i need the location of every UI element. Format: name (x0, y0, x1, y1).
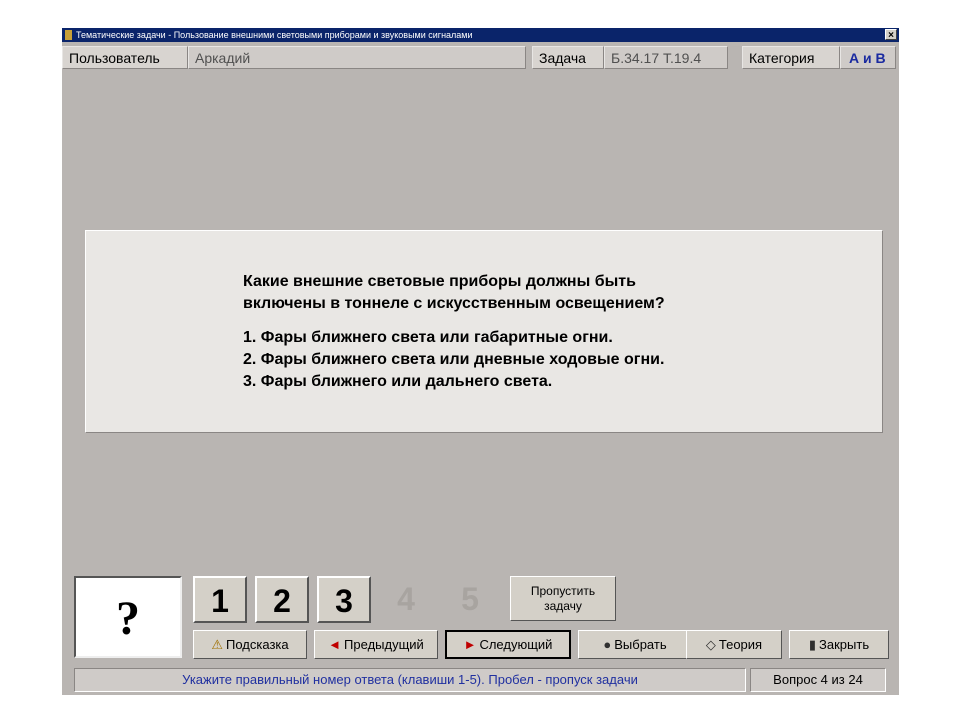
hint-button[interactable]: ⚠ Подсказка (193, 630, 307, 659)
skip-line-1: Пропустить (530, 584, 596, 598)
close-button[interactable]: ▮ Закрыть (789, 630, 889, 659)
select-icon: ● (603, 637, 612, 652)
select-label: Выбрать (614, 637, 667, 652)
theory-label: Теория (718, 637, 763, 652)
category-value: А и В (840, 46, 896, 69)
user-value: Аркадий (188, 46, 526, 69)
answer-button-2[interactable]: 2 (255, 576, 309, 623)
close-label: Закрыть (819, 637, 870, 652)
theory-icon: ◇ (705, 637, 716, 652)
answer-button-3[interactable]: 3 (317, 576, 371, 623)
answer-option-1: 1. Фары ближнего света или габаритные ог… (243, 329, 613, 346)
answer-option-2: 2. Фары ближнего света или дневные ходов… (243, 351, 665, 368)
question-panel: Какие внешние световые приборы должны бы… (85, 230, 883, 433)
question-counter: Вопрос 4 из 24 (750, 668, 886, 692)
hint-label: Подсказка (226, 637, 289, 652)
answer-button-1[interactable]: 1 (193, 576, 247, 623)
previous-button[interactable]: ◄ Предыдущий (314, 630, 438, 659)
app-icon (65, 30, 72, 40)
skip-task-button[interactable]: Пропустить задачу (510, 576, 616, 621)
app-window: Тематические задачи - Пользование внешни… (62, 28, 899, 695)
task-value: Б.34.17 Т.19.4 (604, 46, 728, 69)
window-title: Тематические задачи - Пользование внешни… (76, 30, 473, 40)
status-hint: Укажите правильный номер ответа (клавиши… (74, 668, 746, 692)
next-button[interactable]: ► Следующий (445, 630, 571, 659)
question-text: Какие внешние световые приборы должны бы… (243, 271, 665, 393)
question-line: включены в тоннеле с искусственным освещ… (243, 295, 665, 312)
theory-button[interactable]: ◇ Теория (686, 630, 782, 659)
next-label: Следующий (479, 637, 553, 652)
arrow-right-icon: ► (463, 637, 477, 652)
exit-icon: ▮ (808, 637, 817, 652)
category-label: Категория (742, 46, 840, 69)
question-line: Какие внешние световые приборы должны бы… (243, 273, 636, 290)
selected-answer-box: ? (74, 576, 182, 658)
answer-button-5: 5 (461, 581, 479, 617)
title-bar: Тематические задачи - Пользование внешни… (62, 28, 899, 42)
answer-button-4: 4 (397, 581, 415, 617)
info-bar: Пользователь Аркадий Задача Б.34.17 Т.19… (62, 46, 899, 70)
close-icon[interactable]: × (885, 29, 897, 41)
skip-line-2: задачу (544, 599, 582, 613)
task-label: Задача (532, 46, 604, 69)
hint-icon: ⚠ (211, 637, 224, 652)
user-label: Пользователь (62, 46, 188, 69)
arrow-left-icon: ◄ (328, 637, 342, 652)
previous-label: Предыдущий (344, 637, 424, 652)
select-button[interactable]: ● Выбрать (578, 630, 692, 659)
answer-option-3: 3. Фары ближнего или дальнего света. (243, 373, 553, 390)
